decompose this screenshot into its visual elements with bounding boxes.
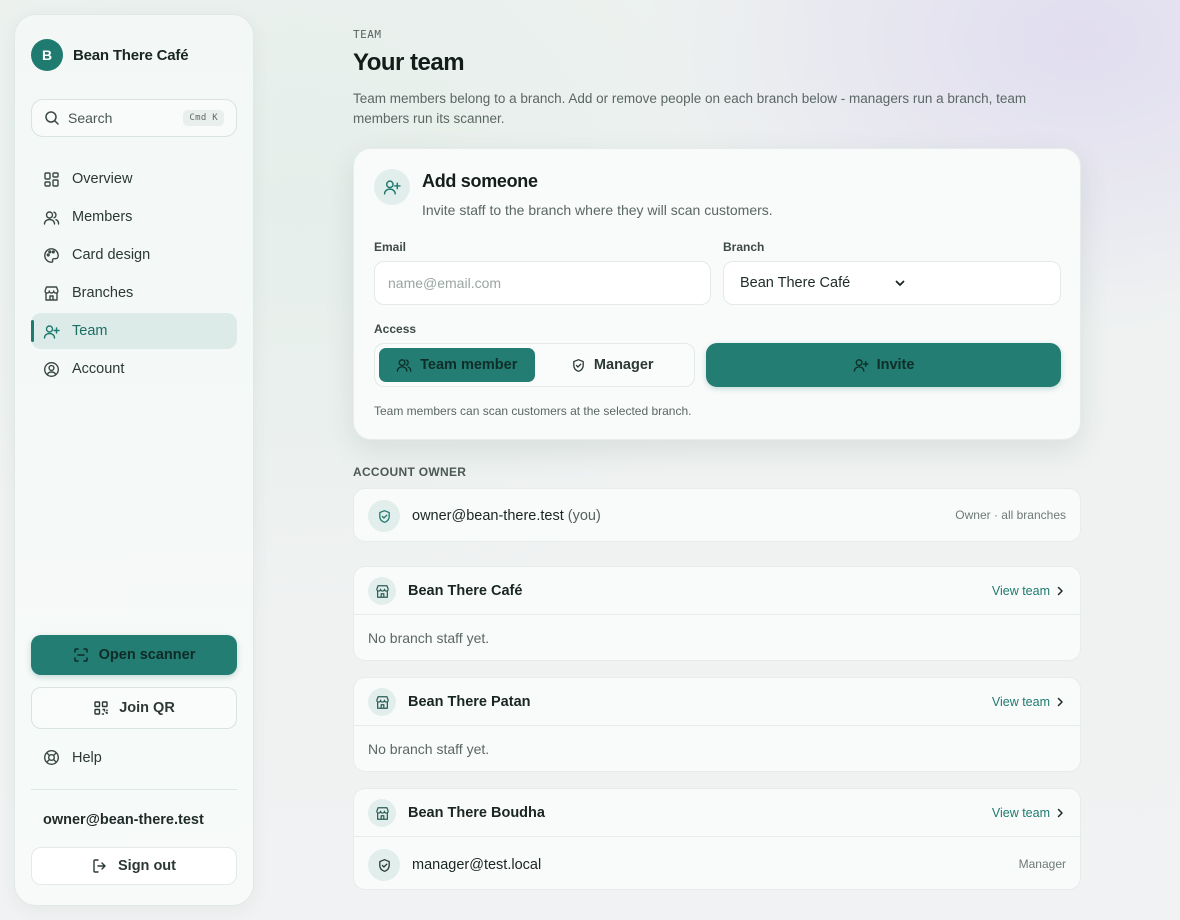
scan-icon	[73, 647, 89, 663]
staff-row: manager@test.local	[368, 849, 541, 881]
help-label: Help	[72, 749, 102, 766]
current-user-email: owner@bean-there.test	[43, 812, 204, 828]
chevron-right-icon	[1056, 697, 1064, 707]
account-owner-heading: ACCOUNT OWNER	[353, 465, 467, 479]
brand-avatar: B	[31, 39, 63, 71]
store-icon	[368, 799, 396, 827]
branch-select-value: Bean There Café	[740, 275, 851, 291]
search-button[interactable]: Search Cmd K	[31, 99, 237, 137]
invite-button[interactable]: Invite	[706, 343, 1061, 387]
view-team-link[interactable]: View team	[992, 584, 1064, 598]
empty-staff-text: No branch staff yet.	[368, 741, 490, 757]
invite-label: Invite	[876, 357, 915, 373]
sidebar-nav: Overview Members Card design Branches Te…	[31, 161, 237, 389]
store-icon	[368, 688, 396, 716]
access-label: Access	[374, 322, 417, 336]
chevron-down-icon	[894, 277, 1048, 289]
owner-role: Owner · all branches	[955, 508, 1066, 522]
grid-icon	[43, 171, 60, 188]
sidebar: B Bean There Café Search Cmd K Overview …	[14, 14, 254, 906]
store-icon	[43, 285, 60, 302]
sign-out-icon	[92, 858, 108, 874]
shield-check-icon	[571, 358, 586, 373]
branch-card: Bean There Café View team No branch staf…	[353, 566, 1081, 661]
add-someone-subtitle: Invite staff to the branch where they wi…	[422, 202, 773, 218]
shield-check-icon	[368, 849, 400, 881]
sign-out-label: Sign out	[118, 858, 176, 874]
sidebar-item-members[interactable]: Members	[31, 199, 237, 235]
branch-name: Bean There Patan	[408, 694, 531, 710]
sidebar-item-label: Card design	[72, 247, 151, 263]
user-circle-icon	[43, 361, 60, 378]
view-team-link[interactable]: View team	[992, 806, 1064, 820]
empty-staff-text: No branch staff yet.	[368, 630, 490, 646]
page-eyebrow: TEAM	[353, 28, 382, 41]
staff-role: Manager	[1018, 857, 1066, 871]
add-someone-title: Add someone	[422, 171, 538, 191]
add-someone-card: Add someone Invite staff to the branch w…	[353, 148, 1081, 440]
user-plus-icon	[853, 357, 869, 373]
view-team-link[interactable]: View team	[992, 695, 1064, 709]
chevron-right-icon	[1056, 586, 1064, 596]
join-qr-label: Join QR	[119, 700, 175, 716]
user-plus-icon	[43, 323, 60, 340]
account-owner-row: owner@bean-there.test (you) Owner · all …	[353, 488, 1081, 542]
you-tag: (you)	[567, 508, 601, 524]
view-team-label: View team	[991, 806, 1050, 820]
join-qr-button[interactable]: Join QR	[31, 687, 237, 729]
access-option-team-member[interactable]: Team member	[379, 348, 535, 382]
access-option-label: Team member	[420, 357, 518, 373]
search-icon	[44, 110, 60, 126]
view-team-label: View team	[991, 584, 1050, 598]
users-icon	[43, 209, 60, 226]
sign-out-button[interactable]: Sign out	[31, 847, 237, 885]
sidebar-item-label: Members	[72, 209, 133, 225]
sidebar-item-overview[interactable]: Overview	[31, 161, 237, 197]
brand-name: Bean There Café	[73, 46, 189, 64]
palette-icon	[43, 247, 60, 264]
sidebar-divider	[31, 789, 237, 790]
access-option-label: Manager	[593, 357, 654, 373]
sidebar-item-team[interactable]: Team	[31, 313, 237, 349]
sidebar-item-branches[interactable]: Branches	[31, 275, 237, 311]
brand: B Bean There Café	[31, 39, 189, 71]
chevron-right-icon	[1056, 808, 1064, 818]
email-label: Email	[374, 240, 407, 254]
owner-email: owner@bean-there.test (you)	[412, 508, 601, 524]
branch-name: Bean There Boudha	[408, 805, 545, 821]
view-team-label: View team	[991, 695, 1050, 709]
open-scanner-button[interactable]: Open scanner	[31, 635, 237, 675]
sidebar-item-label: Branches	[72, 285, 134, 301]
access-toggle: Team member Manager	[374, 343, 695, 387]
branch-card: Bean There Boudha View team manager@test…	[353, 788, 1081, 890]
access-hint: Team members can scan customers at the s…	[374, 404, 692, 418]
search-shortcut: Cmd K	[183, 110, 224, 126]
lifebuoy-icon	[43, 749, 60, 766]
sidebar-item-account[interactable]: Account	[31, 351, 237, 387]
branch-name: Bean There Café	[408, 583, 523, 599]
branch-label: Branch	[723, 240, 765, 254]
open-scanner-label: Open scanner	[98, 647, 196, 663]
sidebar-item-label: Team	[72, 323, 108, 339]
user-plus-icon	[374, 169, 410, 205]
main-content: TEAM Your team Team members belong to a …	[353, 28, 1081, 890]
search-label: Search	[68, 110, 113, 126]
shield-check-icon	[368, 500, 400, 532]
email-field[interactable]	[374, 261, 711, 305]
page-title: Your team	[353, 49, 465, 76]
sidebar-item-label: Account	[72, 361, 125, 377]
users-icon	[396, 357, 412, 373]
branch-card: Bean There Patan View team No branch sta…	[353, 677, 1081, 772]
access-option-manager[interactable]: Manager	[535, 348, 691, 382]
staff-email: manager@test.local	[412, 857, 542, 873]
help-link[interactable]: Help	[43, 749, 102, 766]
qr-code-icon	[93, 700, 109, 716]
sidebar-item-label: Overview	[72, 171, 133, 187]
page-description: Team members belong to a branch. Add or …	[353, 91, 1027, 126]
branch-select[interactable]: Bean There Café	[723, 261, 1061, 305]
store-icon	[368, 577, 396, 605]
sidebar-item-card-design[interactable]: Card design	[31, 237, 237, 273]
